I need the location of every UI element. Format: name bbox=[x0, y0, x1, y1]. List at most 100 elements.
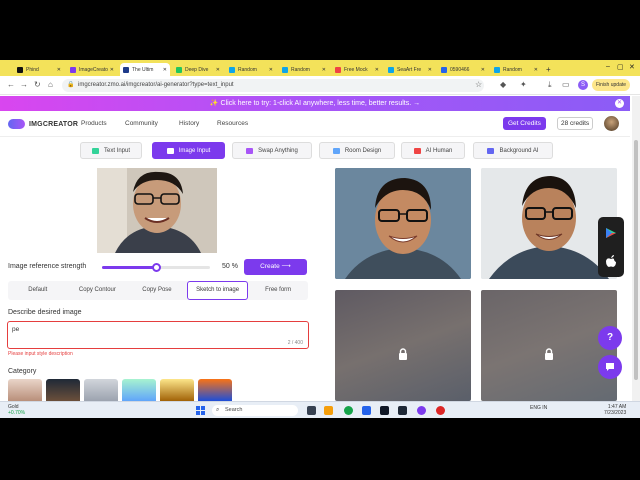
segment-option[interactable]: Copy Contour bbox=[68, 281, 128, 300]
credits-badge[interactable]: 28 credits bbox=[557, 117, 594, 130]
generated-image-1[interactable] bbox=[335, 168, 471, 279]
clock-date: 7/23/2023 bbox=[604, 410, 627, 416]
sidepanel-icon[interactable]: ▭ bbox=[562, 80, 570, 89]
browser-tab[interactable]: Random ✕ bbox=[279, 63, 329, 76]
apple-icon[interactable] bbox=[605, 255, 617, 268]
back-icon[interactable]: ← bbox=[7, 80, 15, 89]
describe-error: Please input style description bbox=[8, 351, 73, 357]
app-icon[interactable] bbox=[398, 406, 407, 415]
category-thumb[interactable] bbox=[8, 379, 42, 401]
windows-taskbar: Gold +0.70% ⌕ Search ENG IN 1:47 AM 7/23… bbox=[0, 401, 640, 418]
user-avatar[interactable] bbox=[604, 116, 619, 131]
category-thumb[interactable] bbox=[198, 379, 232, 401]
tab-close-icon[interactable]: ✕ bbox=[110, 67, 114, 73]
browser-tab[interactable]: Deep Dive ✕ bbox=[173, 63, 223, 76]
chat-button[interactable] bbox=[598, 355, 622, 379]
logo-text: IMGCREATOR bbox=[29, 120, 79, 128]
tab-close-icon[interactable]: ✕ bbox=[375, 67, 379, 73]
help-button[interactable]: ? bbox=[598, 326, 622, 350]
category-thumb[interactable] bbox=[160, 379, 194, 401]
site-header: IMGCREATOR Products Community History Re… bbox=[0, 111, 630, 137]
segment-option[interactable]: Free form bbox=[248, 281, 308, 300]
describe-input[interactable]: pe 2 / 400 bbox=[7, 321, 309, 349]
segment-option[interactable]: Default bbox=[8, 281, 68, 300]
tab-close-icon[interactable]: ✕ bbox=[534, 67, 538, 73]
download-icon[interactable]: ⤓ bbox=[548, 80, 552, 90]
lock-icon bbox=[399, 348, 407, 360]
create-button[interactable]: Create ⟶ bbox=[244, 259, 307, 275]
vscode-icon[interactable] bbox=[362, 406, 371, 415]
scrollbar-thumb[interactable] bbox=[634, 140, 638, 380]
tab-close-icon[interactable]: ✕ bbox=[216, 67, 220, 73]
chrome-icon[interactable] bbox=[344, 406, 353, 415]
browser-tab[interactable]: SeaArt Fre ✕ bbox=[385, 63, 435, 76]
maximize-icon[interactable]: ▢ bbox=[617, 63, 624, 71]
generated-image-2[interactable] bbox=[481, 168, 617, 279]
tab-swap-anything[interactable]: Swap Anything bbox=[232, 142, 312, 159]
chrome-profile-icon[interactable] bbox=[417, 406, 426, 415]
char-count: 2 / 400 bbox=[287, 340, 303, 346]
nav-products[interactable]: Products bbox=[81, 120, 107, 127]
reference-image[interactable] bbox=[97, 168, 217, 253]
tab-room-design[interactable]: Room Design bbox=[319, 142, 395, 159]
tab-close-icon[interactable]: ✕ bbox=[481, 67, 485, 73]
browser-tab[interactable]: Random ✕ bbox=[491, 63, 541, 76]
task-view-icon[interactable] bbox=[307, 406, 316, 415]
get-credits-button[interactable]: Get Credits bbox=[503, 117, 546, 130]
close-window-icon[interactable]: ✕ bbox=[629, 63, 635, 71]
bookmark-star-icon[interactable]: ☆ bbox=[475, 80, 482, 89]
category-thumb[interactable] bbox=[46, 379, 80, 401]
new-tab-button[interactable]: + bbox=[546, 63, 551, 76]
tab-favicon-icon bbox=[70, 66, 76, 73]
profile-avatar[interactable]: S bbox=[578, 80, 588, 90]
file-explorer-icon[interactable] bbox=[324, 406, 333, 415]
url-bar[interactable]: 🔒 imgcreator.zmo.ai/imgcreator/ai-genera… bbox=[62, 79, 484, 92]
category-thumb[interactable] bbox=[84, 379, 118, 401]
taskbar-search[interactable]: ⌕ Search bbox=[212, 405, 298, 416]
clock[interactable]: 1:47 AM 7/23/2023 bbox=[604, 404, 626, 416]
nav-community[interactable]: Community bbox=[125, 120, 158, 127]
system-tray[interactable]: ENG IN bbox=[530, 405, 547, 411]
tab-close-icon[interactable]: ✕ bbox=[322, 67, 326, 73]
banner-close-icon[interactable]: ✕ bbox=[615, 99, 624, 108]
browser-tab[interactable]: Free Mock ✕ bbox=[332, 63, 382, 76]
minimize-icon[interactable]: – bbox=[606, 63, 610, 70]
browser-tab[interactable]: 0590466 ✕ bbox=[438, 63, 488, 76]
tab-text-input[interactable]: Text Input bbox=[80, 142, 142, 159]
site-logo[interactable]: IMGCREATOR bbox=[8, 119, 78, 129]
reload-icon[interactable]: ↻ bbox=[34, 80, 41, 89]
home-icon[interactable]: ⌂ bbox=[48, 80, 53, 89]
segment-option[interactable]: Sketch to image bbox=[186, 281, 249, 300]
segment-option[interactable]: Copy Pose bbox=[127, 281, 187, 300]
tab-ai-human[interactable]: AI Human bbox=[401, 142, 465, 159]
tab-close-icon[interactable]: ✕ bbox=[57, 67, 61, 73]
tab-close-icon[interactable]: ✕ bbox=[163, 67, 167, 73]
extensions-puzzle-icon[interactable]: ✦ bbox=[520, 80, 527, 89]
widget-gold[interactable]: Gold +0.70% bbox=[8, 404, 25, 416]
nav-history[interactable]: History bbox=[179, 120, 199, 127]
finish-update-button[interactable]: Finish update bbox=[592, 79, 631, 91]
windows-start-icon[interactable] bbox=[196, 406, 205, 415]
browser-tab[interactable]: The Ultim ✕ bbox=[120, 63, 170, 76]
url-text: imgcreator.zmo.ai/imgcreator/ai-generato… bbox=[78, 82, 234, 88]
tab-background-ai[interactable]: Background AI bbox=[473, 142, 553, 159]
slider-thumb[interactable] bbox=[152, 263, 161, 272]
tab-image-input[interactable]: Image Input bbox=[152, 142, 225, 159]
tab-close-icon[interactable]: ✕ bbox=[269, 67, 273, 73]
category-thumb[interactable] bbox=[122, 379, 156, 401]
browser-tab[interactable]: Phind ✕ bbox=[14, 63, 64, 76]
generated-image-4-locked[interactable] bbox=[481, 290, 617, 401]
portrait-1 bbox=[335, 168, 471, 279]
extension-icon[interactable]: ◆ bbox=[500, 80, 506, 89]
chrome-alt-icon[interactable] bbox=[436, 406, 445, 415]
browser-tab[interactable]: Random ✕ bbox=[226, 63, 276, 76]
promo-banner[interactable]: ✨ Click here to try: 1-click AI anywhere… bbox=[0, 96, 630, 111]
nav-resources[interactable]: Resources bbox=[217, 120, 248, 127]
browser-tab[interactable]: ImageCreator ✕ bbox=[67, 63, 117, 76]
tab-close-icon[interactable]: ✕ bbox=[428, 67, 432, 73]
google-play-icon[interactable] bbox=[605, 227, 617, 239]
terminal-icon[interactable] bbox=[380, 406, 389, 415]
forward-icon[interactable]: → bbox=[20, 80, 28, 89]
generated-image-3-locked[interactable] bbox=[335, 290, 471, 401]
strength-slider[interactable] bbox=[102, 263, 210, 272]
